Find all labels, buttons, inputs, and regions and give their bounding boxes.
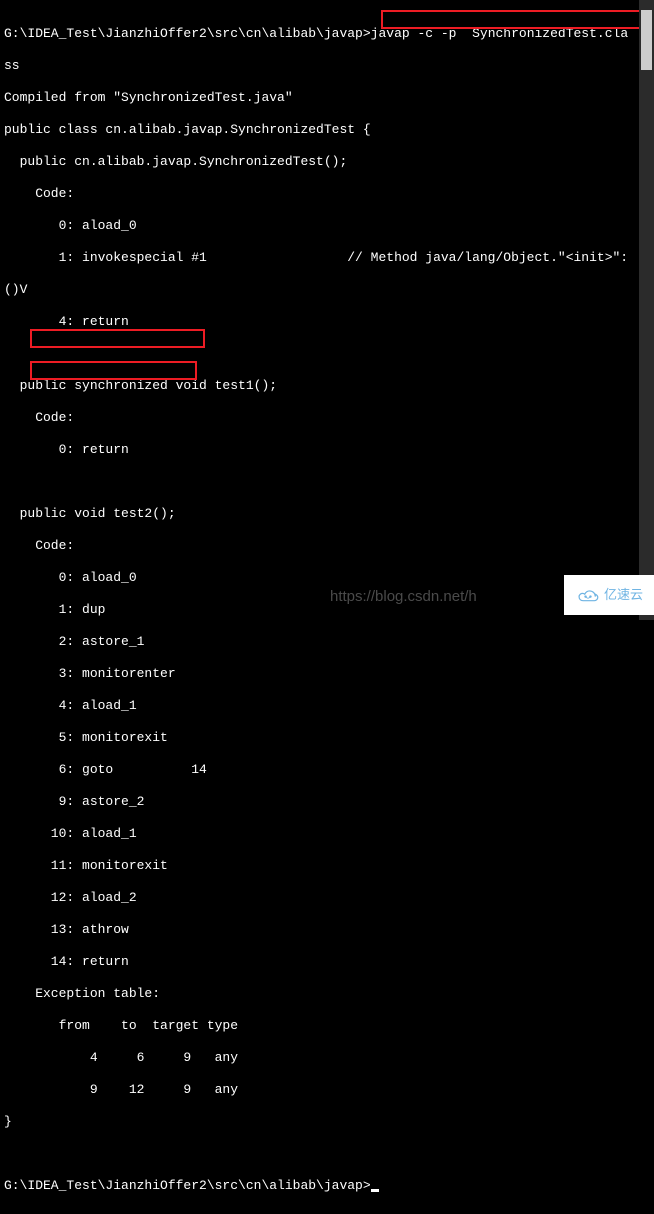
blank-line bbox=[4, 474, 650, 490]
bytecode-line: 14: return bbox=[4, 954, 650, 970]
blank-line bbox=[4, 1146, 650, 1162]
logo-text: 亿速云 bbox=[604, 587, 643, 603]
bytecode-line: 13: athrow bbox=[4, 922, 650, 938]
code-label: Code: bbox=[4, 410, 650, 426]
constructor-signature: public cn.alibab.javap.SynchronizedTest(… bbox=[4, 154, 650, 170]
bytecode-line: 11: monitorexit bbox=[4, 858, 650, 874]
logo-badge: 亿速云 bbox=[564, 575, 654, 615]
class-declaration: public class cn.alibab.javap.Synchronize… bbox=[4, 122, 650, 138]
bytecode-line: 0: return bbox=[4, 442, 650, 458]
bytecode-line: 0: aload_0 bbox=[4, 570, 650, 586]
bytecode-line: 1: invokespecial #1 // Method java/lang/… bbox=[4, 250, 650, 266]
blank-line bbox=[4, 346, 650, 362]
command-text: javap -c -p SynchronizedTest.cla bbox=[371, 26, 628, 41]
command-wrap: ss bbox=[4, 58, 650, 74]
scrollbar-thumb[interactable] bbox=[641, 10, 652, 70]
bytecode-line-monitorenter: 3: monitorenter bbox=[4, 666, 650, 682]
exception-table-header: from to target type bbox=[4, 1018, 650, 1034]
bytecode-line: 9: astore_2 bbox=[4, 794, 650, 810]
bytecode-line: 4: return bbox=[4, 314, 650, 330]
close-brace: } bbox=[4, 1114, 650, 1130]
code-label: Code: bbox=[4, 186, 650, 202]
bytecode-line: 1: dup bbox=[4, 602, 650, 618]
bytecode-line-monitorexit: 5: monitorexit bbox=[4, 730, 650, 746]
terminal-output[interactable]: G:\IDEA_Test\JianzhiOffer2\src\cn\alibab… bbox=[0, 0, 654, 1214]
exception-table-row: 9 12 9 any bbox=[4, 1082, 650, 1098]
prompt-path: G:\IDEA_Test\JianzhiOffer2\src\cn\alibab… bbox=[4, 1178, 371, 1193]
prompt-line-2: G:\IDEA_Test\JianzhiOffer2\src\cn\alibab… bbox=[4, 1178, 650, 1194]
prompt-path: G:\IDEA_Test\JianzhiOffer2\src\cn\alibab… bbox=[4, 26, 371, 41]
cloud-icon bbox=[575, 586, 601, 604]
cursor-icon bbox=[371, 1189, 379, 1192]
test2-signature: public void test2(); bbox=[4, 506, 650, 522]
test1-signature: public synchronized void test1(); bbox=[4, 378, 650, 394]
compiled-from: Compiled from "SynchronizedTest.java" bbox=[4, 90, 650, 106]
prompt-line: G:\IDEA_Test\JianzhiOffer2\src\cn\alibab… bbox=[4, 26, 650, 42]
exception-table-label: Exception table: bbox=[4, 986, 650, 1002]
bytecode-line: 12: aload_2 bbox=[4, 890, 650, 906]
bytecode-line: 10: aload_1 bbox=[4, 826, 650, 842]
scrollbar-track[interactable] bbox=[639, 0, 654, 620]
exception-table-row: 4 6 9 any bbox=[4, 1050, 650, 1066]
bytecode-line: 4: aload_1 bbox=[4, 698, 650, 714]
bytecode-line: 0: aload_0 bbox=[4, 218, 650, 234]
bytecode-line-wrap: ()V bbox=[4, 282, 650, 298]
code-label: Code: bbox=[4, 538, 650, 554]
bytecode-line: 2: astore_1 bbox=[4, 634, 650, 650]
bytecode-line: 6: goto 14 bbox=[4, 762, 650, 778]
watermark-text: https://blog.csdn.net/h bbox=[330, 589, 477, 605]
